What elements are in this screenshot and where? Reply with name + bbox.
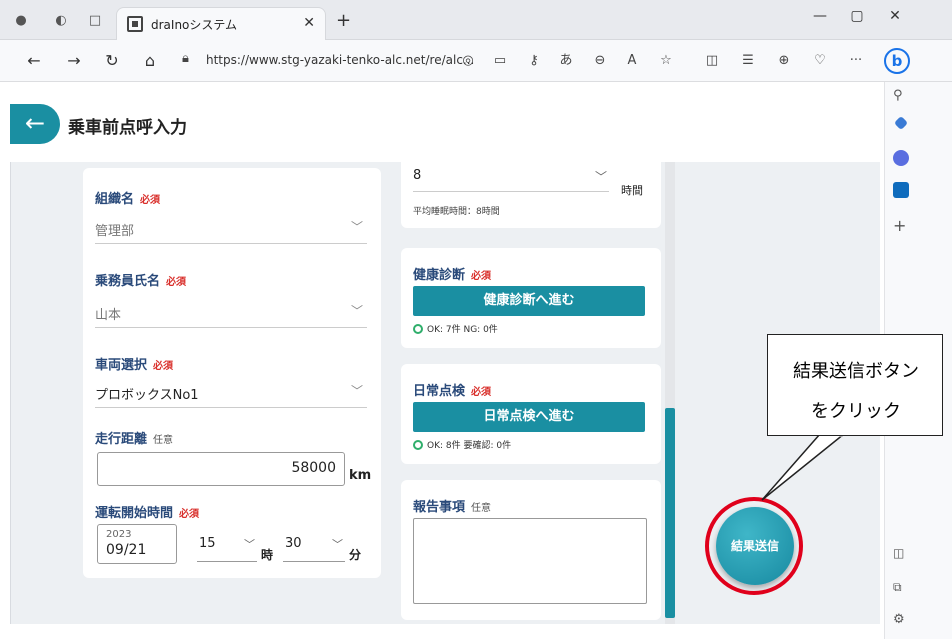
- external-link-icon[interactable]: ⧉: [893, 580, 909, 596]
- sidebar-toggle-icon[interactable]: ◫: [893, 546, 909, 562]
- key-icon[interactable]: ⚷: [524, 52, 544, 70]
- minimize-icon[interactable]: —: [805, 8, 835, 24]
- distance-input[interactable]: 58000: [97, 452, 345, 486]
- chevron-down-icon: ﹀: [350, 304, 363, 318]
- daily-label: 日常点検 必須: [413, 384, 492, 399]
- collections-icon[interactable]: ⊕: [774, 52, 794, 70]
- crew-select[interactable]: 山本 ﹀: [95, 298, 367, 328]
- highlight-circle: [705, 497, 803, 595]
- sleep-unit: 時間: [621, 184, 643, 197]
- daily-inspection-button[interactable]: 日常点検へ進む: [413, 402, 645, 432]
- workspaces-icon[interactable]: ◐: [52, 12, 70, 30]
- report-card: 報告事項 任意: [401, 480, 661, 620]
- more-icon[interactable]: ···: [846, 52, 866, 70]
- ok-circle-icon: [413, 324, 423, 334]
- new-tab-icon[interactable]: +: [336, 10, 351, 31]
- ok-circle-icon: [413, 440, 423, 450]
- add-sidebar-icon[interactable]: +: [893, 216, 909, 235]
- settings-gear-icon[interactable]: ⚙: [893, 612, 909, 628]
- distance-label: 走行距離 任意: [95, 432, 174, 447]
- chevron-down-icon: ﹀: [350, 220, 363, 234]
- location-icon[interactable]: ◎: [458, 52, 478, 70]
- health-check-button[interactable]: 健康診断へ進む: [413, 286, 645, 316]
- callout-line-1: 結果送信ボタン: [793, 361, 919, 382]
- tab-actions-icon[interactable]: □: [86, 12, 104, 30]
- zoom-icon[interactable]: ⊖: [590, 52, 610, 70]
- back-arrow-icon: ←: [24, 109, 46, 137]
- back-nav-icon[interactable]: ←: [24, 51, 44, 71]
- crew-label: 乗務員氏名 必須: [95, 274, 187, 289]
- basic-info-card: 組織名 必須 管理部 ﹀ 乗務員氏名 必須 山本 ﹀ 車両選択 必須 プロボックスNo…: [83, 168, 381, 578]
- chevron-down-icon: ﹀: [594, 170, 607, 184]
- site-favicon-icon: [127, 16, 143, 32]
- hour-select[interactable]: 15 ﹀: [197, 534, 257, 562]
- daily-inspection-card: 日常点検 必須 日常点検へ進む OK: 8件 要確認: 0件: [401, 364, 661, 464]
- search-icon[interactable]: ⚲: [893, 88, 909, 104]
- callout-line-2: をクリック: [811, 401, 901, 422]
- home-icon[interactable]: ⌂: [140, 51, 160, 71]
- health-status: OK: 7件 NG: 0件: [413, 322, 498, 335]
- callout-box: 結果送信ボタン をクリック: [767, 334, 943, 436]
- lock-icon: 🔒︎: [182, 51, 189, 66]
- split-screen-icon[interactable]: ◫: [702, 52, 722, 70]
- favorites-icon[interactable]: ☰: [738, 52, 758, 70]
- tab-close-icon[interactable]: ✕: [303, 15, 315, 31]
- minute-unit: 分: [349, 548, 362, 562]
- chevron-down-icon: ﹀: [244, 538, 255, 551]
- health-label: 健康診断 必須: [413, 268, 492, 283]
- vehicle-select[interactable]: プロボックスNo1 ﹀: [95, 378, 367, 408]
- tab-title: draInoシステム: [151, 18, 238, 32]
- chevron-down-icon: ﹀: [332, 538, 343, 551]
- scrollbar-thumb[interactable]: [665, 408, 675, 618]
- daily-status: OK: 8件 要確認: 0件: [413, 438, 511, 451]
- reload-icon[interactable]: ↻: [102, 51, 122, 71]
- browser-tab-bar: ● ◐ □ draInoシステム ✕ + — ▢ ✕: [0, 0, 952, 40]
- translate-icon[interactable]: あ: [556, 52, 576, 70]
- sleep-card: 8 ﹀ 時間 平均睡眠時間：8時間: [401, 162, 661, 228]
- back-button[interactable]: ←: [10, 104, 60, 144]
- vehicle-label: 車両選択 必須: [95, 358, 174, 373]
- bing-chat-icon[interactable]: b: [884, 48, 910, 74]
- tag-icon[interactable]: [893, 115, 909, 131]
- report-textarea[interactable]: [413, 518, 647, 604]
- chevron-down-icon: ﹀: [350, 384, 363, 398]
- profile-icon[interactable]: ●: [12, 12, 30, 30]
- start-date-input[interactable]: 2023 09/21: [97, 524, 177, 564]
- copilot-icon[interactable]: [893, 150, 909, 166]
- sleep-hours-select[interactable]: 8 ﹀: [413, 162, 609, 192]
- read-aloud-icon[interactable]: A: [622, 52, 642, 70]
- url-text: https://www.stg-yazaki-tenko-alc.net/re/…: [206, 53, 475, 67]
- forward-nav-icon[interactable]: →: [64, 51, 84, 71]
- minute-select[interactable]: 30 ﹀: [283, 534, 345, 562]
- maximize-icon[interactable]: ▢: [842, 8, 872, 24]
- hour-unit: 時: [261, 548, 274, 562]
- camera-icon[interactable]: ▭: [490, 52, 510, 70]
- report-label: 報告事項 任意: [413, 500, 492, 515]
- browser-tab[interactable]: draInoシステム ✕: [116, 7, 326, 40]
- health-check-card: 健康診断 必須 健康診断へ進む OK: 7件 NG: 0件: [401, 248, 661, 348]
- favorite-star-icon[interactable]: ☆: [656, 52, 676, 70]
- average-sleep-text: 平均睡眠時間：8時間: [413, 207, 500, 217]
- organization-select[interactable]: 管理部 ﹀: [95, 214, 367, 244]
- health-icon[interactable]: ♡: [810, 52, 830, 70]
- close-window-icon[interactable]: ✕: [880, 8, 910, 24]
- distance-unit: km: [349, 468, 372, 483]
- browser-toolbar: ← → ↻ ⌂ 🔒︎ https://www.stg-yazaki-tenko-…: [0, 40, 952, 82]
- organization-label: 組織名 必須: [95, 192, 161, 207]
- page-title: 乗車前点呼入力: [68, 118, 187, 138]
- outlook-icon[interactable]: [893, 182, 909, 198]
- start-time-label: 運転開始時間 必須: [95, 506, 200, 521]
